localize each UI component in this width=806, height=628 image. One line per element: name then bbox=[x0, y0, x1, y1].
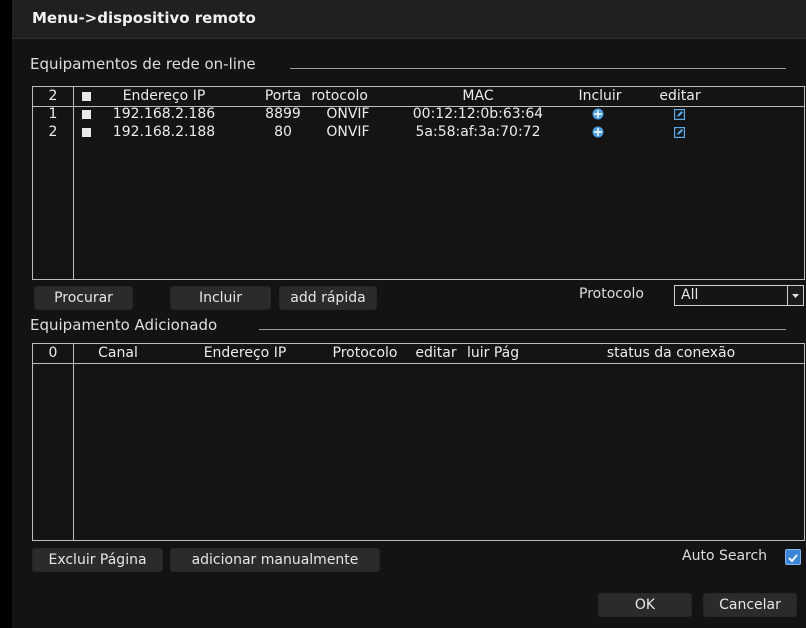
ok-button[interactable]: OK bbox=[598, 593, 692, 617]
protocol-filter-label: Protocolo bbox=[579, 286, 644, 302]
check-icon bbox=[788, 554, 798, 563]
column-divider bbox=[73, 87, 74, 279]
header-ip: Endereço IP bbox=[203, 345, 287, 361]
edit-icon[interactable] bbox=[674, 127, 685, 138]
added-table-header: 0 Canal Endereço IP Protocolo editar lui… bbox=[33, 344, 804, 364]
search-button[interactable]: Procurar bbox=[34, 286, 133, 310]
row-protocol: ONVIF bbox=[326, 124, 370, 140]
added-section-label: Equipamento Adicionado bbox=[30, 316, 218, 334]
header-ip: Endereço IP bbox=[122, 88, 206, 104]
row-number: 2 bbox=[48, 124, 58, 140]
remote-device-window: Menu->dispositivo remoto Equipamentos de… bbox=[12, 0, 806, 628]
row-mac: 00:12:12:0b:63:64 bbox=[412, 106, 544, 122]
row-mac: 5a:58:af:3a:70:72 bbox=[415, 124, 541, 140]
online-device-table: 2 Endereço IP Porta Protocolo MAC Inclui… bbox=[32, 86, 805, 280]
auto-search-checkbox[interactable] bbox=[785, 549, 801, 565]
column-divider bbox=[73, 344, 74, 540]
row-port: 80 bbox=[274, 124, 292, 140]
header-edit: editar bbox=[415, 345, 457, 361]
row-checkbox[interactable] bbox=[82, 110, 91, 119]
add-device-icon[interactable] bbox=[592, 108, 604, 120]
online-section-divider bbox=[290, 68, 786, 69]
auto-search-label: Auto Search bbox=[682, 548, 768, 564]
online-table-header: 2 Endereço IP Porta Protocolo MAC Inclui… bbox=[33, 87, 804, 107]
protocol-select[interactable]: All bbox=[674, 285, 804, 306]
chevron-down-icon[interactable] bbox=[787, 286, 803, 305]
online-count: 2 bbox=[48, 88, 58, 104]
add-device-icon[interactable] bbox=[592, 126, 604, 138]
header-protocol: Protocolo bbox=[332, 345, 398, 361]
row-checkbox[interactable] bbox=[82, 128, 91, 137]
window-title: Menu->dispositivo remoto bbox=[32, 9, 256, 27]
header-mac: MAC bbox=[462, 88, 494, 104]
protocol-select-value: All bbox=[681, 287, 699, 303]
title-bar: Menu->dispositivo remoto bbox=[12, 0, 806, 39]
header-status: status da conexão bbox=[606, 345, 736, 361]
row-ip: 192.168.2.186 bbox=[112, 106, 216, 122]
cancel-button[interactable]: Cancelar bbox=[703, 593, 797, 617]
row-protocol: ONVIF bbox=[326, 106, 370, 122]
added-section-divider bbox=[259, 329, 786, 330]
added-device-table: 0 Canal Endereço IP Protocolo editar lui… bbox=[32, 343, 805, 541]
header-port: Porta bbox=[264, 88, 302, 104]
header-edit: editar bbox=[659, 88, 701, 104]
manual-add-button[interactable]: adicionar manualmente bbox=[170, 548, 380, 572]
header-channel: Canal bbox=[98, 345, 138, 361]
online-section-label: Equipamentos de rede on-line bbox=[30, 55, 256, 73]
header-include: Incluir bbox=[578, 88, 622, 104]
row-ip: 192.168.2.188 bbox=[112, 124, 216, 140]
delete-page-button[interactable]: Excluir Página bbox=[32, 548, 163, 572]
edit-icon[interactable] bbox=[674, 109, 685, 120]
select-all-checkbox[interactable] bbox=[82, 92, 91, 101]
row-port: 8899 bbox=[265, 106, 301, 122]
row-number: 1 bbox=[48, 106, 58, 122]
added-count: 0 bbox=[48, 345, 58, 361]
quick-add-button[interactable]: add rápida bbox=[279, 286, 377, 310]
header-delete-page: luir Pág bbox=[467, 345, 520, 361]
include-button[interactable]: Incluir bbox=[170, 286, 271, 310]
header-protocol: Protocolo bbox=[312, 88, 368, 104]
